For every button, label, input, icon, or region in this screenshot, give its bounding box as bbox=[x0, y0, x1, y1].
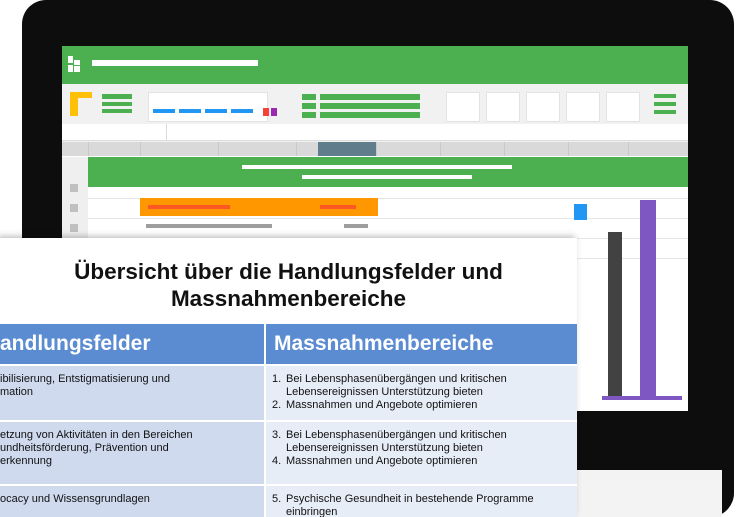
paste-icon[interactable] bbox=[70, 92, 92, 116]
selected-column-header[interactable] bbox=[318, 142, 377, 156]
app-header-bar bbox=[62, 46, 688, 84]
row-1-field: ibilisierung, Entstigmatisierung und mat… bbox=[0, 366, 264, 420]
list-item: 2. Massnahmen und Angebote optimieren bbox=[272, 399, 478, 411]
header-massnahmenbereiche: Massnahmenbereiche bbox=[266, 324, 577, 364]
slide-title-line-2: Massnahmenbereiche bbox=[170, 286, 407, 311]
table-row: ocacy und Wissensgrundlagen 5. Psychische… bbox=[0, 486, 577, 517]
row-1-measures: 1. Bei Lebensphasenübergängen und kritisc… bbox=[266, 366, 577, 420]
table-row: ibilisierung, Entstigmatisierung und mat… bbox=[0, 366, 577, 420]
table-row: etzung von Aktivitäten in den Bereichen … bbox=[0, 422, 577, 484]
table-format-icon[interactable] bbox=[102, 94, 132, 116]
mini-bar-chart bbox=[562, 192, 682, 400]
ribbon-button-3[interactable] bbox=[526, 92, 560, 122]
alignment-box[interactable] bbox=[290, 88, 434, 122]
row-2-measures: 3. Bei Lebensphasenübergängen und kritisc… bbox=[266, 422, 577, 484]
hamburger-menu-icon[interactable] bbox=[654, 94, 676, 116]
font-color-icon[interactable] bbox=[263, 108, 269, 116]
cell-content bbox=[344, 224, 368, 228]
slide-title: Übersicht über die Handlungsfelder und M… bbox=[0, 258, 577, 312]
app-title-placeholder bbox=[92, 60, 258, 66]
chart-baseline bbox=[602, 396, 682, 400]
row-3-field: ocacy und Wissensgrundlagen bbox=[0, 486, 264, 517]
fill-color-icon[interactable] bbox=[271, 108, 277, 116]
font-box[interactable] bbox=[148, 92, 268, 122]
ribbon-button-5[interactable] bbox=[606, 92, 640, 122]
list-item: 1. Bei Lebensphasenübergängen und kritisc… bbox=[272, 373, 507, 398]
chart-bar-blue bbox=[574, 204, 587, 220]
ribbon-button-1[interactable] bbox=[446, 92, 480, 122]
presentation-slide: Übersicht über die Handlungsfelder und M… bbox=[0, 238, 577, 517]
chart-bar-purple bbox=[640, 200, 656, 396]
cell-content bbox=[146, 224, 272, 228]
list-item: 4. Massnahmen und Angebote optimieren bbox=[272, 455, 478, 467]
app-logo-icon bbox=[68, 56, 80, 72]
slide-title-line-1: Übersicht über die Handlungsfelder und bbox=[74, 259, 503, 284]
list-item: 5. Psychische Gesundheit in bestehende Pr… bbox=[272, 493, 534, 517]
column-headers bbox=[62, 142, 688, 156]
row-3-measures: 5. Psychische Gesundheit in bestehende Pr… bbox=[266, 486, 577, 517]
ribbon-button-2[interactable] bbox=[486, 92, 520, 122]
chart-bar-dark bbox=[608, 232, 622, 396]
row-2-field: etzung von Aktivitäten in den Bereichen … bbox=[0, 422, 264, 484]
highlighted-row[interactable] bbox=[140, 198, 378, 216]
formula-bar[interactable] bbox=[62, 124, 688, 141]
list-item: 3. Bei Lebensphasenübergängen und kritisc… bbox=[272, 429, 507, 454]
ribbon-button-4[interactable] bbox=[566, 92, 600, 122]
table-header: andlungsfelder Massnahmenbereiche bbox=[0, 324, 577, 364]
header-handlungsfelder: andlungsfelder bbox=[0, 324, 264, 364]
